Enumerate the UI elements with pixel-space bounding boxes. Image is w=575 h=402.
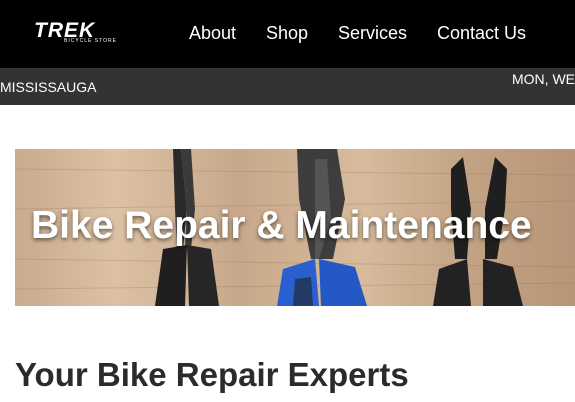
hero-banner: Bike Repair & Maintenance (15, 149, 575, 306)
page-section-title: Your Bike Repair Experts (15, 356, 409, 393)
nav-services[interactable]: Services (338, 23, 407, 44)
nav-about[interactable]: About (189, 23, 236, 44)
store-info-bar: MISSISSAUGA MON, WE (0, 68, 575, 105)
nav-contact-us[interactable]: Contact Us (437, 23, 526, 44)
store-hours: MON, WE (512, 71, 575, 87)
trek-logo[interactable]: TREK BICYCLE STORE (34, 20, 122, 46)
site-header: TREK BICYCLE STORE About Shop Services C… (0, 0, 575, 68)
store-location: MISSISSAUGA (0, 79, 97, 95)
hero-title: Bike Repair & Maintenance (31, 204, 532, 247)
nav-shop[interactable]: Shop (266, 23, 308, 44)
logo-subtitle: BICYCLE STORE (64, 38, 117, 44)
